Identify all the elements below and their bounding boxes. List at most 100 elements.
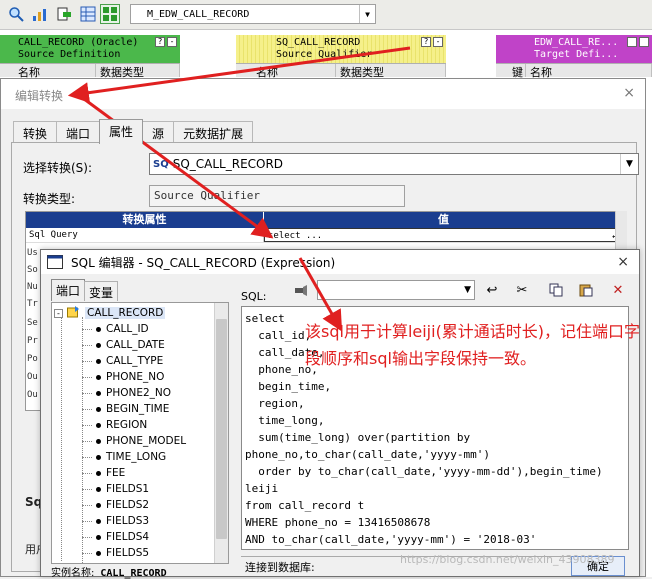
- chevron-down-icon[interactable]: ▼: [464, 285, 471, 295]
- ports-tree[interactable]: - CALL_RECORD CALL_ID CALL_DATE CALL_TYPE P…: [51, 302, 229, 564]
- designer-toolbar: M_EDW_CALL_RECORD ▼: [0, 0, 652, 30]
- source-definition-title: CALL_RECORD (Oracle): [18, 37, 139, 48]
- sql-label: SQL:: [241, 290, 267, 303]
- sql-function-combo[interactable]: ▼: [317, 280, 475, 300]
- tree-item-label: FIELDS5: [106, 547, 150, 559]
- source-qualifier-subtitle: Source Qualifier: [276, 49, 373, 60]
- delete-icon[interactable]: ✕: [609, 281, 627, 299]
- port-icon: [96, 518, 101, 524]
- tree-item[interactable]: PHONE_NO: [82, 369, 164, 385]
- tree-item[interactable]: FIELDS3: [82, 513, 149, 529]
- tab-variables[interactable]: 变量: [84, 281, 119, 301]
- target-definition-header: EDW_CALL_RE... Target Defi... ? -: [496, 35, 652, 63]
- tree-item[interactable]: BEGIN_TIME: [82, 401, 169, 417]
- port-icon: [96, 326, 101, 332]
- select-transform-label: 选择转换(S):: [23, 161, 93, 175]
- tree-item-label: PHONE2_NO: [106, 387, 172, 399]
- select-transform-dropdown[interactable]: SQ SQ_CALL_RECORD ▼: [149, 153, 639, 175]
- tree-item-label: FIELDS2: [106, 499, 150, 511]
- tree-item[interactable]: REGION: [82, 417, 147, 433]
- copy-icon[interactable]: [547, 281, 565, 299]
- tree-item[interactable]: CALL_DATE: [82, 337, 165, 353]
- grid-header: 转换属性 值: [26, 212, 624, 228]
- cut-icon[interactable]: ✂: [513, 281, 531, 299]
- connect-database-label: 连接到数据库:: [245, 561, 315, 574]
- sql-query-value: select ...: [268, 231, 323, 241]
- chevron-down-icon[interactable]: ▼: [359, 5, 375, 23]
- column-header: 数据类型: [96, 64, 180, 79]
- close-icon[interactable]: ×: [617, 254, 629, 270]
- help-icon[interactable]: ?: [421, 37, 431, 47]
- tree-item[interactable]: FIELDS4: [82, 529, 149, 545]
- tree-item[interactable]: FIELDS1: [82, 481, 149, 497]
- tree-item[interactable]: CALL_TYPE: [82, 353, 163, 369]
- minimize-icon[interactable]: -: [433, 37, 443, 47]
- tree-item[interactable]: FIELDS5: [82, 545, 149, 561]
- paste-icon[interactable]: [577, 281, 595, 299]
- target-definition-box[interactable]: EDW_CALL_RE... Target Defi... ? - 键 名称: [496, 35, 652, 79]
- source-definition-header: CALL_RECORD (Oracle) Source Definition ?…: [0, 35, 180, 63]
- source-definition-box[interactable]: CALL_RECORD (Oracle) Source Definition ?…: [0, 35, 180, 79]
- tab-transform[interactable]: 转换: [13, 121, 58, 143]
- column-header-attribute: 转换属性: [26, 212, 264, 228]
- tree-item-label: PHONE_NO: [106, 371, 165, 383]
- column-header: 名称: [236, 64, 336, 79]
- attribute-cell: Sql Query: [26, 228, 264, 242]
- tree-item-label: FIELDS1: [106, 483, 150, 495]
- tree-item[interactable]: FEE: [82, 465, 125, 481]
- tree-scrollbar[interactable]: [214, 303, 228, 563]
- source-qualifier-columns: 名称 数据类型: [236, 63, 446, 79]
- tree-item[interactable]: PHONE_MODEL: [82, 433, 186, 449]
- undo-icon[interactable]: ↩: [483, 281, 501, 299]
- source-table-icon: [67, 305, 80, 321]
- tree-item-label: REGION: [106, 419, 148, 431]
- port-icon: [96, 438, 101, 444]
- port-icon: [96, 486, 101, 492]
- target-definition-title: EDW_CALL_RE...: [534, 37, 619, 48]
- sql-query-value-cell[interactable]: select ... ↲: [264, 228, 620, 242]
- table-row[interactable]: Sql Query select ... ↲: [26, 228, 624, 243]
- tree-item-label: TIME_LONG: [106, 451, 167, 463]
- sq-badge-icon: SQ: [153, 158, 169, 170]
- collapse-icon[interactable]: -: [54, 308, 63, 318]
- tree-root[interactable]: - CALL_RECORD: [54, 305, 166, 321]
- port-icon: [96, 470, 101, 476]
- port-icon: [96, 406, 101, 412]
- sql-editor-title: SQL 编辑器 - SQ_CALL_RECORD (Expression): [71, 255, 336, 270]
- port-icon: [96, 422, 101, 428]
- tab-ports[interactable]: 端口: [56, 121, 101, 143]
- tab-properties[interactable]: 属性: [99, 119, 144, 144]
- layout-icon[interactable]: [100, 4, 120, 24]
- flashlight-icon[interactable]: [291, 281, 309, 299]
- port-icon: [96, 502, 101, 508]
- source-qualifier-box[interactable]: SQ_CALL_RECORD Source Qualifier ? - 名称 数据…: [236, 35, 446, 79]
- help-icon[interactable]: ?: [627, 37, 637, 47]
- instance-value: CALL_RECORD: [100, 568, 167, 579]
- close-icon[interactable]: ×: [623, 85, 635, 101]
- column-header: 名称: [526, 64, 652, 79]
- tree-item[interactable]: FIELDS2: [82, 497, 149, 513]
- tree-item[interactable]: CALL_ID: [82, 321, 149, 337]
- annotation-text: 该sql用于计算leiji(累计通话时长)，记住端口字段顺序和sql输出字段保持…: [305, 322, 641, 368]
- chevron-down-icon[interactable]: ▼: [620, 154, 638, 174]
- tab-ports[interactable]: 端口: [51, 279, 86, 301]
- tab-metadata-extensions[interactable]: 元数据扩展: [173, 121, 254, 143]
- minimize-icon[interactable]: -: [167, 37, 177, 47]
- export-icon[interactable]: [54, 4, 74, 24]
- tree-item[interactable]: TIME_LONG: [82, 449, 166, 465]
- help-icon[interactable]: ?: [155, 37, 165, 47]
- source-definition-subtitle: Source Definition: [18, 49, 121, 60]
- scrollbar-thumb[interactable]: [216, 319, 227, 539]
- tree-item[interactable]: PHONE2_NO: [82, 385, 171, 401]
- chart-icon[interactable]: [30, 4, 50, 24]
- target-definition-subtitle: Target Defi...: [534, 49, 619, 60]
- grid-icon[interactable]: [78, 4, 98, 24]
- transform-type-field: Source Qualifier: [149, 185, 405, 207]
- search-icon[interactable]: [6, 4, 26, 24]
- instance-label: 实例名称:: [51, 568, 95, 579]
- minimize-icon[interactable]: -: [639, 37, 649, 47]
- column-header: 键: [496, 64, 526, 79]
- tab-sources[interactable]: 源: [142, 121, 175, 143]
- mapping-selector[interactable]: M_EDW_CALL_RECORD ▼: [130, 4, 376, 24]
- column-header: 数据类型: [336, 64, 446, 79]
